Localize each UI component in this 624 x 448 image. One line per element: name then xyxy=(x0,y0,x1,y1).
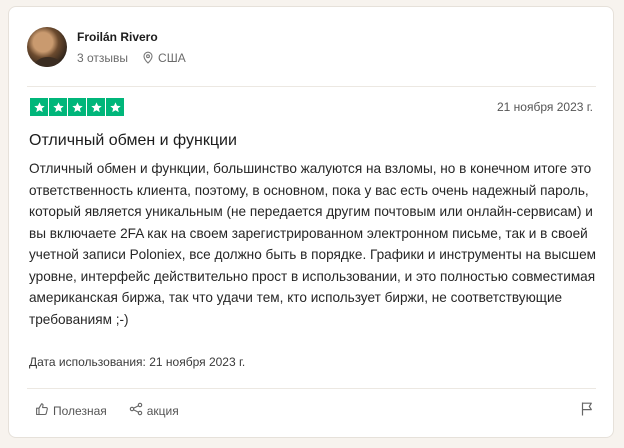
star-icon xyxy=(30,98,48,116)
share-button[interactable]: акция xyxy=(129,402,179,419)
thumbs-up-icon xyxy=(35,402,53,419)
useful-button[interactable]: Полезная xyxy=(35,402,107,419)
reviews-count: 3 отзывы xyxy=(77,50,129,65)
star-icon xyxy=(49,98,67,116)
star-icon xyxy=(87,98,105,116)
share-label: акция xyxy=(146,403,179,418)
report-button[interactable] xyxy=(580,401,594,422)
review-date: 21 ноября 2023 г. xyxy=(497,100,593,114)
reviewer-info: Froilán Rivero 3 отзывы США xyxy=(77,30,186,65)
useful-label: Полезная xyxy=(53,403,107,418)
star-icon xyxy=(106,98,124,116)
star-rating xyxy=(30,98,124,116)
experience-value: 21 ноября 2023 г. xyxy=(149,355,246,369)
location-pin-icon xyxy=(142,51,154,64)
avatar[interactable] xyxy=(27,27,67,67)
flag-icon xyxy=(580,402,594,421)
review-body: Отличный обмен и функции, большинство жа… xyxy=(29,161,596,327)
reviewer-name[interactable]: Froilán Rivero xyxy=(77,30,186,44)
divider xyxy=(27,388,596,389)
share-icon xyxy=(129,402,147,419)
reviewer-header: Froilán Rivero 3 отзывы США xyxy=(27,27,186,67)
star-icon xyxy=(68,98,86,116)
experience-date: Дата использования: 21 ноября 2023 г. xyxy=(29,355,245,369)
review-card: Froilán Rivero 3 отзывы США 21 ноября 20… xyxy=(8,6,614,438)
reviewer-location: США xyxy=(158,50,186,65)
review-title: Отличный обмен и функции xyxy=(29,132,237,149)
reviewer-meta: 3 отзывы США xyxy=(77,51,186,65)
divider xyxy=(27,86,596,87)
review-actions: Полезная акция xyxy=(35,402,201,419)
experience-label: Дата использования: xyxy=(29,355,146,369)
